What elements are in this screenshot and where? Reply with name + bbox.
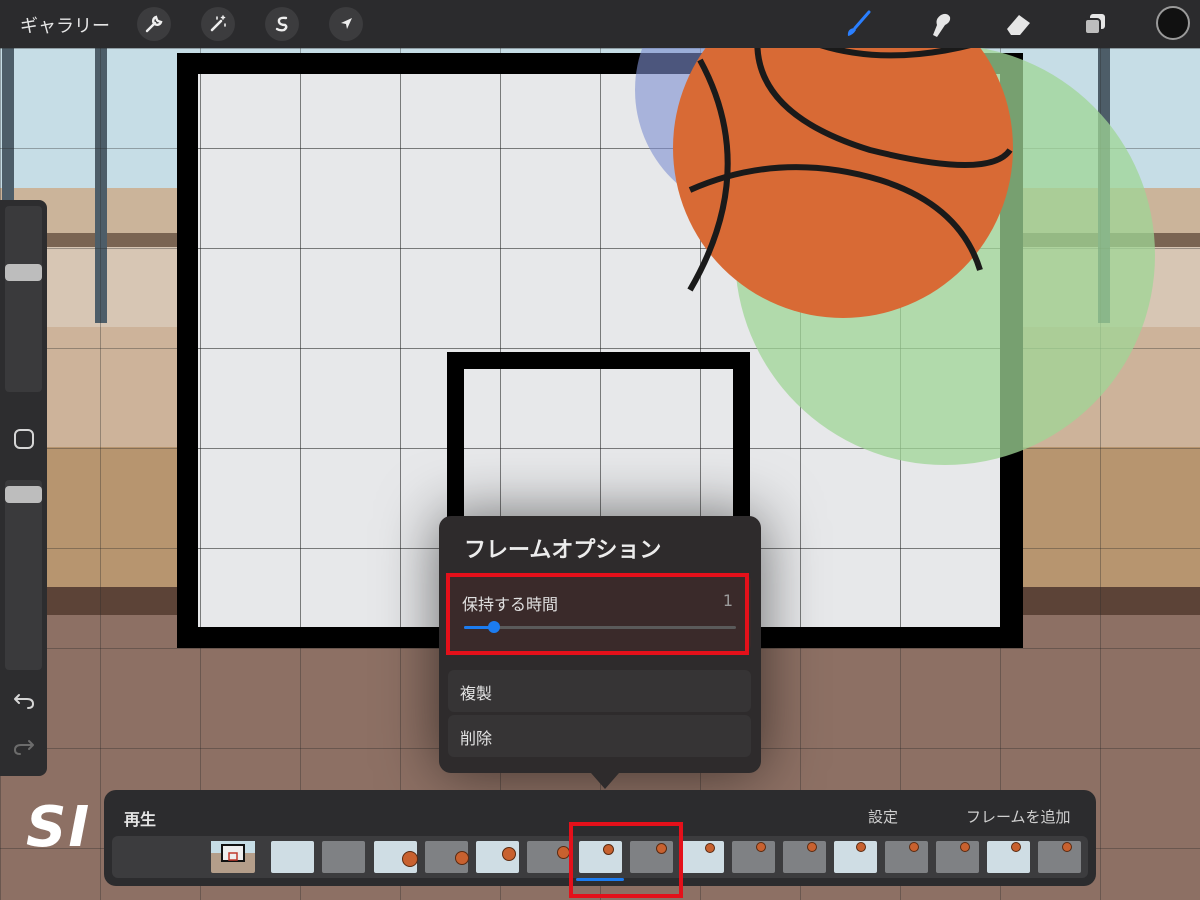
magic-wand-icon[interactable] [201, 7, 235, 41]
transform-arrow-icon[interactable] [329, 7, 363, 41]
ball-mark [807, 842, 817, 852]
frame-thumbnail[interactable] [374, 841, 418, 873]
ball-mark [960, 842, 970, 852]
highlight-box-hold [446, 573, 749, 655]
ball-mark [1062, 842, 1072, 852]
play-button[interactable]: 再生 [124, 806, 156, 830]
frame-thumbnail[interactable] [527, 841, 570, 873]
ball-mark [856, 842, 866, 852]
selection-s-icon[interactable] [265, 7, 299, 41]
duplicate-label: 複製 [460, 684, 493, 703]
frame-thumbnail[interactable] [783, 841, 826, 873]
frame-thumbnail[interactable] [476, 841, 519, 873]
brush-icon[interactable] [840, 6, 876, 42]
opacity-slider[interactable] [5, 480, 42, 670]
ball-mark [909, 842, 919, 852]
eraser-icon[interactable] [1000, 6, 1036, 42]
ball-mark [402, 851, 418, 867]
add-frame-button[interactable]: フレームを追加 [966, 806, 1071, 827]
frame-thumbnail[interactable] [211, 841, 255, 873]
gallery-button[interactable]: ギャラリー [20, 12, 110, 38]
ball-mark [756, 842, 766, 852]
brush-size-slider[interactable] [5, 206, 42, 392]
frame-thumbnail[interactable] [271, 841, 314, 873]
frame-thumbnail[interactable] [987, 841, 1030, 873]
brand-logo-text: SI [26, 795, 92, 860]
ball-mark [502, 847, 516, 861]
delete-label: 削除 [460, 729, 493, 748]
duplicate-button[interactable]: 複製 [448, 670, 751, 712]
modify-square-button[interactable] [11, 426, 37, 452]
delete-button[interactable]: 削除 [448, 715, 751, 757]
opacity-thumb[interactable] [5, 486, 42, 503]
settings-button[interactable]: 設定 [868, 806, 898, 827]
undo-icon[interactable] [11, 687, 37, 713]
highlight-box-frame [569, 822, 683, 898]
ball-mark [1011, 842, 1021, 852]
frame-thumbnail[interactable] [936, 841, 979, 873]
frame-thumbnail[interactable] [322, 841, 365, 873]
frame-thumbnail[interactable] [732, 841, 775, 873]
frame-thumbnail[interactable] [425, 841, 469, 873]
frame-thumbnail[interactable] [834, 841, 877, 873]
ball-mark [455, 851, 469, 865]
frame-thumbnail[interactable] [885, 841, 928, 873]
brush-size-thumb[interactable] [5, 264, 42, 281]
popover-title: フレームオプション [464, 538, 662, 563]
top-toolbar: ギャラリー [0, 0, 1200, 48]
color-picker-button[interactable] [1156, 6, 1190, 40]
frame-thumbnail[interactable] [1038, 841, 1081, 873]
ball-mark [705, 843, 715, 853]
layers-icon[interactable] [1077, 6, 1113, 42]
frame-thumbnail[interactable] [681, 841, 724, 873]
wrench-icon[interactable] [137, 7, 171, 41]
smudge-icon[interactable] [922, 6, 958, 42]
left-sidebar [0, 200, 47, 776]
redo-icon[interactable] [11, 733, 37, 759]
